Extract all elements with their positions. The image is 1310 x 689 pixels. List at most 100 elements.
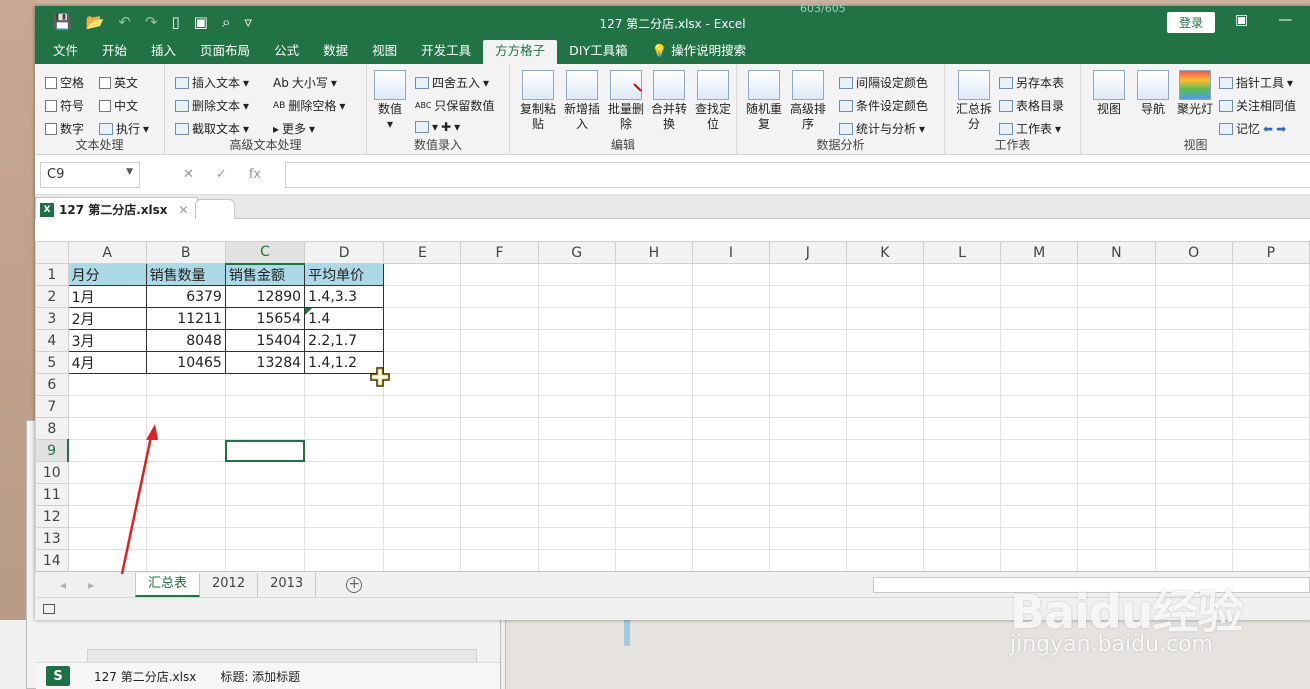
cell[interactable] (768, 351, 847, 374)
cell[interactable] (224, 417, 306, 440)
case-button[interactable]: Ab 大小写 ▾ (273, 74, 337, 91)
cell[interactable] (383, 417, 462, 440)
cell[interactable] (67, 417, 147, 440)
summary-split-button[interactable]: 汇总拆分 (953, 70, 995, 132)
cell[interactable] (691, 329, 770, 352)
cell[interactable] (922, 417, 1002, 440)
insert-text-button[interactable]: 插入文本 ▾ (175, 74, 249, 91)
cell[interactable] (614, 285, 693, 308)
column-header[interactable]: B (145, 241, 226, 264)
cell[interactable] (304, 461, 385, 484)
cell[interactable] (768, 373, 847, 396)
column-header[interactable]: J (768, 241, 847, 264)
cell[interactable] (614, 329, 693, 352)
cell[interactable] (67, 373, 147, 396)
tab-fangfang[interactable]: 方方格子 (483, 40, 558, 64)
cell[interactable] (145, 483, 226, 506)
cell-a5[interactable]: 4月 (67, 351, 147, 374)
cell[interactable] (1154, 417, 1233, 440)
cell[interactable] (614, 351, 693, 374)
cell-b1[interactable]: 销售数量 (145, 263, 226, 286)
close-icon[interactable]: ✕ (179, 203, 189, 217)
cell[interactable] (304, 439, 385, 462)
row-header[interactable]: 5 (35, 351, 69, 374)
row-header[interactable]: 1 (35, 263, 69, 286)
cell[interactable] (145, 439, 226, 462)
column-header[interactable]: M (1000, 241, 1079, 264)
cell[interactable] (537, 285, 616, 308)
tab-formulas[interactable]: 公式 (262, 40, 311, 64)
round-button[interactable]: 四舍五入 ▾ (415, 74, 489, 91)
tab-view[interactable]: 视图 (360, 40, 409, 64)
cell[interactable] (460, 549, 539, 571)
arrow-left-icon[interactable]: ⬅ (1263, 122, 1273, 136)
cell[interactable] (1231, 461, 1310, 484)
cell[interactable] (1000, 417, 1079, 440)
worksheet-button[interactable]: 工作表 ▾ (999, 120, 1061, 137)
cell[interactable] (1077, 461, 1156, 484)
cell[interactable] (691, 549, 770, 571)
cell[interactable] (768, 439, 847, 462)
column-header-selected[interactable]: C (224, 241, 306, 265)
cell[interactable] (1000, 483, 1079, 506)
cell[interactable] (1154, 285, 1233, 308)
insert-function-icon[interactable]: fx (249, 167, 261, 182)
cell[interactable] (1077, 395, 1156, 418)
cell[interactable] (460, 483, 539, 506)
cell[interactable] (145, 395, 226, 418)
cell[interactable] (460, 307, 539, 330)
column-header[interactable]: F (460, 241, 539, 264)
cell[interactable] (145, 549, 226, 571)
cell[interactable] (537, 505, 616, 528)
cell[interactable] (614, 395, 693, 418)
cell[interactable] (922, 549, 1002, 571)
sheet-tab-2012[interactable]: 2012 (200, 572, 259, 597)
cell-a1[interactable]: 月分 (67, 263, 147, 286)
cell-c5[interactable]: 13284 (224, 351, 306, 374)
cell[interactable] (922, 373, 1002, 396)
column-header[interactable]: K (845, 241, 924, 264)
cell[interactable] (614, 417, 693, 440)
column-header[interactable]: A (67, 241, 147, 264)
cell[interactable] (614, 373, 693, 396)
cell[interactable] (1154, 527, 1233, 550)
cell[interactable] (1231, 417, 1310, 440)
cell[interactable] (67, 483, 147, 506)
cell-a4[interactable]: 3月 (67, 329, 147, 352)
cell[interactable] (460, 329, 539, 352)
cell[interactable] (845, 329, 924, 352)
cell[interactable] (145, 461, 226, 484)
cell[interactable] (1000, 549, 1079, 571)
cell[interactable] (67, 461, 147, 484)
cell[interactable] (1077, 307, 1156, 330)
cell[interactable] (383, 351, 462, 374)
cell[interactable] (460, 373, 539, 396)
cell[interactable] (224, 483, 306, 506)
cell[interactable] (460, 351, 539, 374)
cell[interactable] (1077, 351, 1156, 374)
cell[interactable] (460, 461, 539, 484)
macro-record-icon[interactable] (43, 604, 55, 614)
cell[interactable] (922, 329, 1002, 352)
confirm-icon[interactable]: ✓ (216, 167, 227, 182)
checkbox-number[interactable]: 数字 (45, 120, 84, 137)
copy-paste-button[interactable]: 复制粘贴 (518, 70, 558, 132)
cell[interactable] (537, 329, 616, 352)
cell[interactable] (1154, 439, 1233, 462)
tab-file[interactable]: 文件 (41, 40, 90, 64)
row-header[interactable]: 12 (35, 505, 69, 528)
cell[interactable] (1000, 439, 1079, 462)
cell[interactable] (1000, 285, 1079, 308)
cell[interactable] (1231, 395, 1310, 418)
cell[interactable] (922, 439, 1002, 462)
cell[interactable] (845, 483, 924, 506)
cell[interactable] (537, 373, 616, 396)
cell[interactable] (1231, 285, 1310, 308)
cell[interactable] (67, 395, 147, 418)
cell[interactable] (383, 285, 462, 308)
tab-page-layout[interactable]: 页面布局 (188, 40, 262, 64)
execute-button[interactable]: 执行 ▾ (99, 120, 149, 137)
more-button[interactable]: ▸ 更多 ▾ (273, 120, 315, 137)
cell[interactable] (614, 505, 693, 528)
cell[interactable] (383, 505, 462, 528)
